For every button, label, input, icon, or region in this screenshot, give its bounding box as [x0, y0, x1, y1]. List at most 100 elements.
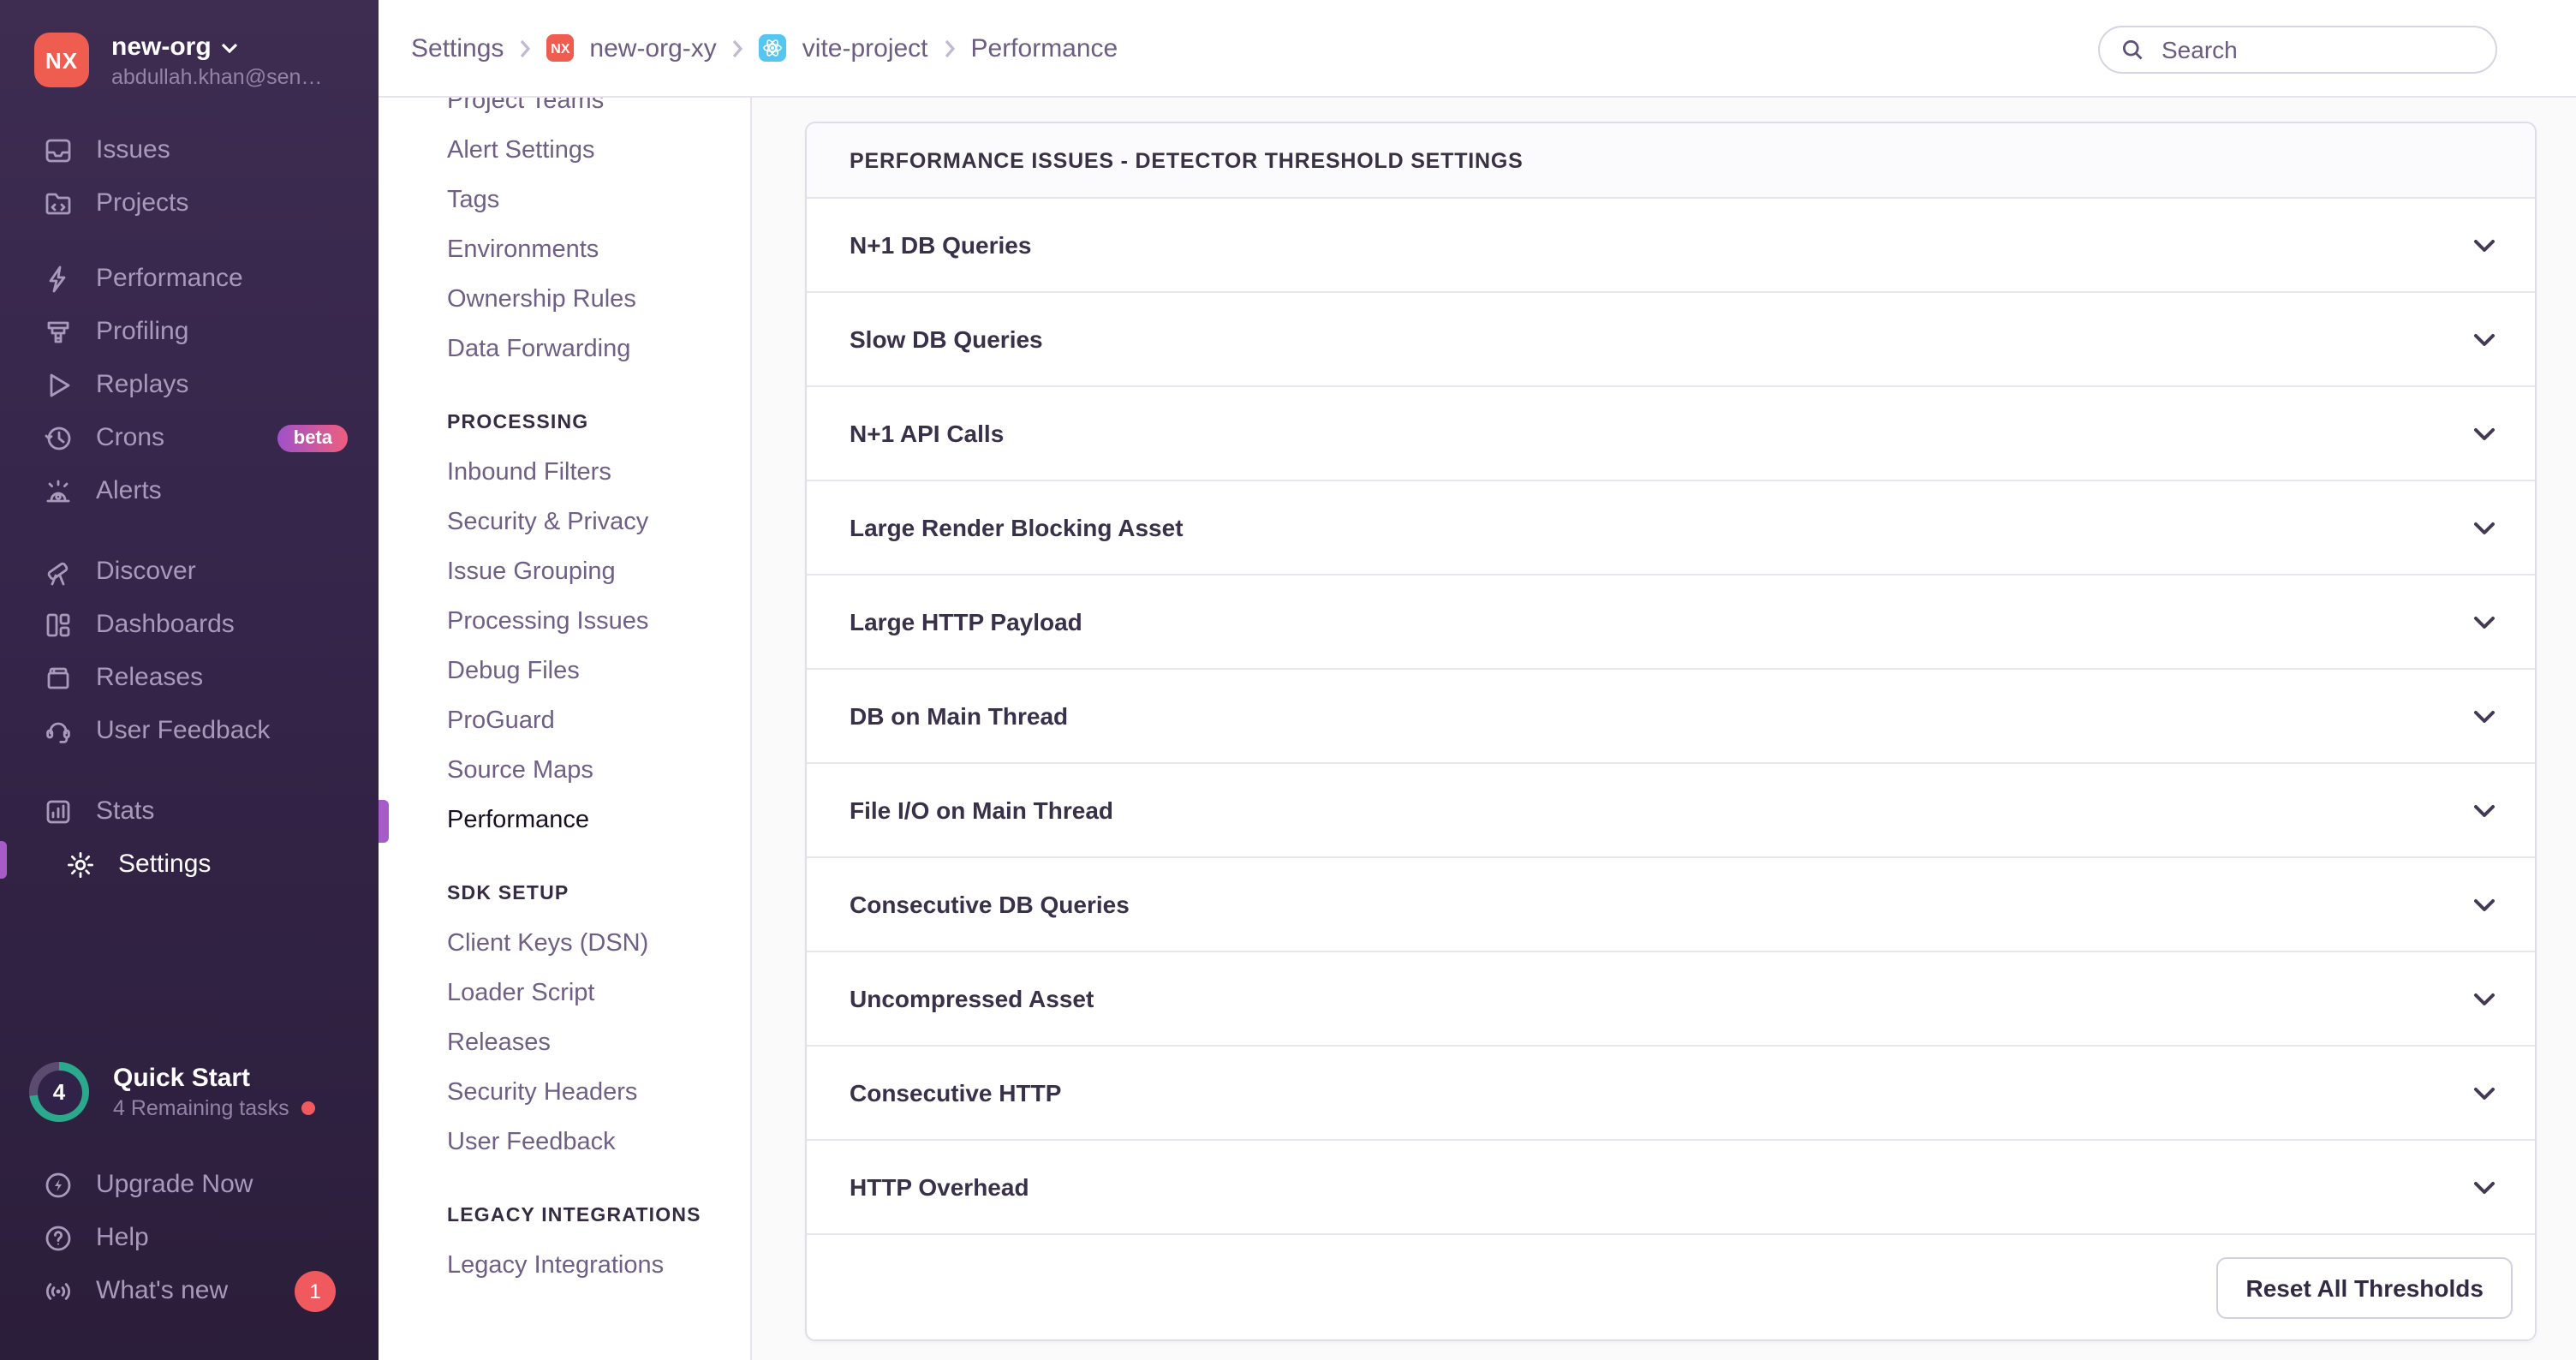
- react-project-icon: [760, 34, 787, 62]
- breadcrumb-org[interactable]: new-org-xy: [589, 33, 716, 63]
- settings-nav-tags[interactable]: Tags: [379, 176, 750, 226]
- settings-nav-legacy-integrations[interactable]: Legacy Integrations: [379, 1242, 750, 1291]
- detector-row-consecutive-http[interactable]: Consecutive HTTP: [807, 1047, 2535, 1141]
- chevron-down-icon: [2472, 1080, 2497, 1106]
- detector-row-uncompressed-asset[interactable]: Uncompressed Asset: [807, 952, 2535, 1047]
- performance-icon: [43, 263, 74, 294]
- chevron-down-icon: [2472, 892, 2497, 917]
- sidebar-item-issues[interactable]: Issues: [0, 123, 379, 176]
- replays-icon: [43, 369, 74, 400]
- sidebar-item-whats-new[interactable]: What's new 1: [0, 1264, 379, 1317]
- sidebar-item-profiling[interactable]: Profiling: [0, 305, 379, 358]
- quickstart-title: Quick Start: [113, 1062, 315, 1095]
- settings-nav-client-keys[interactable]: Client Keys (DSN): [379, 920, 750, 969]
- org-name: new-org: [111, 33, 212, 63]
- sidebar-item-replays[interactable]: Replays: [0, 358, 379, 411]
- settings-nav-proguard[interactable]: ProGuard: [379, 697, 750, 747]
- detector-row-large-http-payload[interactable]: Large HTTP Payload: [807, 576, 2535, 670]
- discover-icon: [43, 556, 74, 587]
- sidebar-item-settings[interactable]: Settings: [0, 838, 379, 891]
- settings-nav-user-feedback[interactable]: User Feedback: [379, 1118, 750, 1168]
- org-badge: NX: [546, 34, 574, 62]
- sidebar-item-discover[interactable]: Discover: [0, 545, 379, 598]
- breadcrumb-project[interactable]: vite-project: [802, 33, 928, 63]
- whats-new-badge: 1: [295, 1270, 336, 1311]
- settings-nav-section-legacy: LEGACY INTEGRATIONS: [379, 1192, 750, 1242]
- settings-nav-data-forwarding[interactable]: Data Forwarding: [379, 325, 750, 375]
- quickstart-progress-ring: 4: [29, 1062, 89, 1122]
- settings-nav-debug-files[interactable]: Debug Files: [379, 647, 750, 697]
- alerts-icon: [43, 475, 74, 506]
- dashboards-icon: [43, 609, 74, 640]
- quickstart-subtitle: 4 Remaining tasks: [113, 1095, 289, 1122]
- settings-nav-section-sdk-setup: SDK SETUP: [379, 870, 750, 920]
- projects-icon: [43, 188, 74, 218]
- detector-row-n1-db-queries[interactable]: N+1 DB Queries: [807, 199, 2535, 293]
- settings-nav-alert-settings[interactable]: Alert Settings: [379, 127, 750, 176]
- chevron-down-icon: [2472, 986, 2497, 1011]
- sidebar-group-admin: Stats Settings: [0, 784, 379, 891]
- detector-row-db-on-main-thread[interactable]: DB on Main Thread: [807, 670, 2535, 764]
- breadcrumb-performance: Performance: [971, 33, 1118, 63]
- main-sidebar: NX new-org abdullah.khan@sen… Issues Pro…: [0, 0, 379, 1360]
- settings-nav-security-headers[interactable]: Security Headers: [379, 1069, 750, 1118]
- crons-icon: [43, 422, 74, 453]
- sidebar-item-help[interactable]: Help: [0, 1211, 379, 1264]
- detector-row-large-render-blocking-asset[interactable]: Large Render Blocking Asset: [807, 481, 2535, 576]
- org-avatar: NX: [34, 33, 89, 87]
- sidebar-item-dashboards[interactable]: Dashboards: [0, 598, 379, 651]
- sidebar-item-upgrade-now[interactable]: Upgrade Now: [0, 1158, 379, 1211]
- breadcrumb-separator-icon: [519, 39, 531, 57]
- beta-badge: beta: [278, 424, 348, 451]
- chevron-down-icon: [2472, 703, 2497, 729]
- sidebar-item-user-feedback[interactable]: User Feedback: [0, 704, 379, 757]
- panel-title: PERFORMANCE ISSUES - DETECTOR THRESHOLD …: [807, 123, 2535, 199]
- sidebar-item-performance[interactable]: Performance: [0, 252, 379, 305]
- chevron-down-icon: [2472, 609, 2497, 635]
- reset-all-thresholds-button[interactable]: Reset All Thresholds: [2217, 1257, 2513, 1319]
- chevron-down-icon: [2472, 326, 2497, 352]
- main-content: PERFORMANCE ISSUES - DETECTOR THRESHOLD …: [752, 98, 2576, 1360]
- settings-nav-inbound-filters[interactable]: Inbound Filters: [379, 449, 750, 498]
- sidebar-group-observability: Performance Profiling Replays Crons beta…: [0, 252, 379, 517]
- sidebar-item-projects[interactable]: Projects: [0, 176, 379, 230]
- chevron-down-icon: [222, 43, 239, 53]
- detector-row-slow-db-queries[interactable]: Slow DB Queries: [807, 293, 2535, 387]
- react-atom-icon: [763, 38, 784, 58]
- sidebar-item-alerts[interactable]: Alerts: [0, 464, 379, 517]
- quickstart-count: 4: [37, 1070, 81, 1114]
- active-item-accent-bar: [0, 841, 7, 879]
- sidebar-item-crons[interactable]: Crons beta: [0, 411, 379, 464]
- profiling-icon: [43, 316, 74, 347]
- sidebar-item-stats[interactable]: Stats: [0, 784, 379, 838]
- releases-icon: [43, 662, 74, 693]
- settings-nav-source-maps[interactable]: Source Maps: [379, 747, 750, 796]
- detector-row-file-io-on-main-thread[interactable]: File I/O on Main Thread: [807, 764, 2535, 858]
- breadcrumb-settings[interactable]: Settings: [411, 33, 504, 63]
- sidebar-item-releases[interactable]: Releases: [0, 651, 379, 704]
- breadcrumb: Settings NX new-org-xy vite-project Perf…: [379, 33, 1118, 63]
- detector-row-consecutive-db-queries[interactable]: Consecutive DB Queries: [807, 858, 2535, 952]
- detector-row-n1-api-calls[interactable]: N+1 API Calls: [807, 387, 2535, 481]
- quickstart-panel[interactable]: 4 Quick Start 4 Remaining tasks: [29, 1062, 315, 1122]
- org-switcher[interactable]: NX new-org abdullah.khan@sen…: [34, 33, 322, 92]
- notification-dot: [301, 1101, 315, 1115]
- settings-nav-releases[interactable]: Releases: [379, 1019, 750, 1069]
- settings-nav-performance[interactable]: Performance: [379, 796, 750, 846]
- settings-nav-environments[interactable]: Environments: [379, 226, 750, 276]
- search-icon: [2120, 38, 2144, 62]
- settings-nav-security-privacy[interactable]: Security & Privacy: [379, 498, 750, 548]
- search-input[interactable]: [2158, 34, 2475, 65]
- stats-icon: [43, 796, 74, 826]
- chevron-down-icon: [2472, 1174, 2497, 1200]
- topbar: Settings NX new-org-xy vite-project Perf…: [379, 0, 2576, 98]
- search-box[interactable]: [2098, 26, 2497, 74]
- detector-row-http-overhead[interactable]: HTTP Overhead: [807, 1141, 2535, 1235]
- settings-nav-issue-grouping[interactable]: Issue Grouping: [379, 548, 750, 598]
- breadcrumb-separator-icon: [944, 39, 956, 57]
- settings-nav-ownership-rules[interactable]: Ownership Rules: [379, 276, 750, 325]
- broadcast-icon: [43, 1275, 74, 1306]
- settings-nav-list: Project Teams Alert Settings Tags Enviro…: [379, 77, 750, 1291]
- settings-nav-loader-script[interactable]: Loader Script: [379, 969, 750, 1019]
- settings-nav-processing-issues[interactable]: Processing Issues: [379, 598, 750, 647]
